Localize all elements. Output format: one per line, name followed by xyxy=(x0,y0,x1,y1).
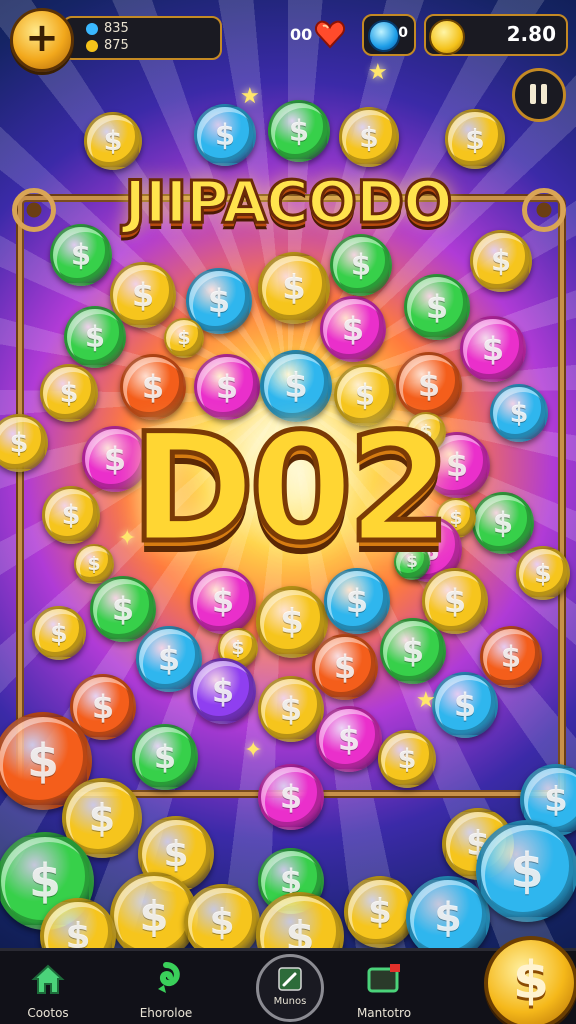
collect-coin-button[interactable]: $ xyxy=(484,936,576,1024)
coin-symbol: $ xyxy=(368,892,392,932)
coin-symbol: $ xyxy=(341,310,365,348)
coin-gold[interactable]: $ xyxy=(258,676,324,742)
coin-symbol: $ xyxy=(103,125,123,157)
coin-green[interactable]: $ xyxy=(404,274,470,340)
coin-symbol: $ xyxy=(425,288,449,326)
gems-counter[interactable]: 0 xyxy=(362,14,416,56)
coin-blue[interactable]: $ xyxy=(432,672,498,738)
coin-symbol: $ xyxy=(345,582,369,620)
coin-symbol: $ xyxy=(490,244,512,278)
coin-symbol: $ xyxy=(209,901,235,943)
coin-symbol: $ xyxy=(211,672,235,710)
coin-symbol: $ xyxy=(401,632,425,670)
coin-symbol: $ xyxy=(510,843,544,899)
coin-symbol: $ xyxy=(337,720,361,758)
swirl-icon xyxy=(158,962,180,993)
coin-symbol: $ xyxy=(359,120,379,154)
coin-green[interactable]: $ xyxy=(268,100,330,162)
nav-item-swirl[interactable]: Ehoroloe xyxy=(118,957,214,1020)
coin-symbol: $ xyxy=(350,248,372,282)
nav-label: Ehoroloe xyxy=(139,1006,193,1020)
home-icon xyxy=(31,964,65,994)
coin-gold[interactable]: $ xyxy=(164,318,204,358)
coin-symbol: $ xyxy=(139,891,169,941)
coin-symbol: $ xyxy=(333,648,357,686)
pause-button[interactable] xyxy=(512,68,566,122)
coin-green[interactable]: $ xyxy=(132,724,198,790)
coin-magenta[interactable]: $ xyxy=(190,568,256,634)
coin-symbol: $ xyxy=(50,618,68,648)
pencil-icon xyxy=(278,967,302,991)
coin-gold[interactable]: $ xyxy=(258,252,330,324)
coin-symbol: $ xyxy=(465,122,485,156)
nav-item-home[interactable]: Cootos xyxy=(0,957,96,1020)
heart-icon xyxy=(315,20,346,49)
blue-orb-icon xyxy=(86,22,98,35)
coin-symbol: $ xyxy=(84,320,106,354)
nav-label: Mantotro xyxy=(356,1006,412,1020)
stats-row-1: 835 xyxy=(86,21,129,36)
coin-symbol: $ xyxy=(434,895,462,941)
gold-orb-icon xyxy=(86,39,98,52)
coin-symbol: $ xyxy=(282,268,306,308)
coin-symbol: $ xyxy=(288,114,310,148)
sparkle-icon: ★ xyxy=(416,688,436,713)
coin-orange[interactable]: $ xyxy=(312,634,378,700)
stats-row-2: 875 xyxy=(86,38,129,53)
coin-blue[interactable]: $ xyxy=(194,104,256,166)
tv-icon xyxy=(367,964,400,993)
top-bar: 835 875 + 00 0 2.80 xyxy=(0,0,576,72)
coin-symbol: $ xyxy=(397,743,417,775)
coin-blue[interactable]: $ xyxy=(476,820,576,922)
coin-magenta[interactable]: $ xyxy=(316,706,382,772)
coin-purple[interactable]: $ xyxy=(190,658,256,724)
stat-value-1: 835 xyxy=(104,21,129,36)
coin-symbol: $ xyxy=(211,582,235,620)
coin-symbol: $ xyxy=(453,686,477,724)
coin-magenta[interactable]: $ xyxy=(460,316,526,382)
coin-green[interactable]: $ xyxy=(64,306,126,368)
coin-symbol: $ xyxy=(279,778,303,816)
coin-symbol: $ xyxy=(279,690,303,728)
nav-item-center[interactable]: Munos xyxy=(256,954,324,1022)
gems-value: 0 xyxy=(398,25,408,41)
center-banner-text: D02 xyxy=(128,400,454,579)
nav-label: Cootos xyxy=(27,1006,69,1020)
coin-symbol: $ xyxy=(153,738,177,776)
coins-value: 2.80 xyxy=(506,22,556,46)
coin-symbol: $ xyxy=(214,118,236,152)
coin-gold[interactable]: $ xyxy=(445,109,505,169)
coin-symbol: $ xyxy=(177,327,191,349)
game-screen: $ $ $ $ $ $ $ $ $ $ $ $ $ $ $ $ $ $ $ $ $ $ $ $ $ $ $ $ $ $ $ $ $ $ $ $ $ $ $ $… xyxy=(0,0,576,1024)
coin-symbol: $ xyxy=(157,640,181,678)
coin-magenta[interactable]: $ xyxy=(258,764,324,830)
stat-value-2: 875 xyxy=(104,38,129,53)
coin-magenta[interactable]: $ xyxy=(320,296,386,362)
nav-item-tv[interactable]: Mantotro xyxy=(336,957,432,1020)
coin-gold[interactable]: $ xyxy=(470,230,532,292)
coin-gold[interactable]: $ xyxy=(84,112,142,170)
coin-blue[interactable]: $ xyxy=(324,568,390,634)
coin-green[interactable]: $ xyxy=(330,234,392,296)
player-stats-panel: 835 875 xyxy=(62,16,222,60)
coin-gold[interactable]: $ xyxy=(378,730,436,788)
game-logo-title: JIIPACODO xyxy=(123,167,454,238)
lives-value: 00 xyxy=(290,24,313,44)
coin-icon xyxy=(429,19,465,55)
coin-gold[interactable]: $ xyxy=(344,876,416,948)
sparkle-icon: ✦ xyxy=(244,738,263,763)
lives-counter: 00 xyxy=(290,14,346,54)
nav-label: Munos xyxy=(273,996,307,1007)
coins-counter[interactable]: 2.80 xyxy=(424,14,568,56)
coin-gold[interactable]: $ xyxy=(339,107,399,167)
add-button[interactable]: + xyxy=(10,8,74,72)
coin-gold[interactable]: $ xyxy=(32,606,86,660)
gem-icon xyxy=(368,20,400,52)
coin-symbol: $ xyxy=(481,330,505,368)
sparkle-icon: ★ xyxy=(240,84,260,109)
